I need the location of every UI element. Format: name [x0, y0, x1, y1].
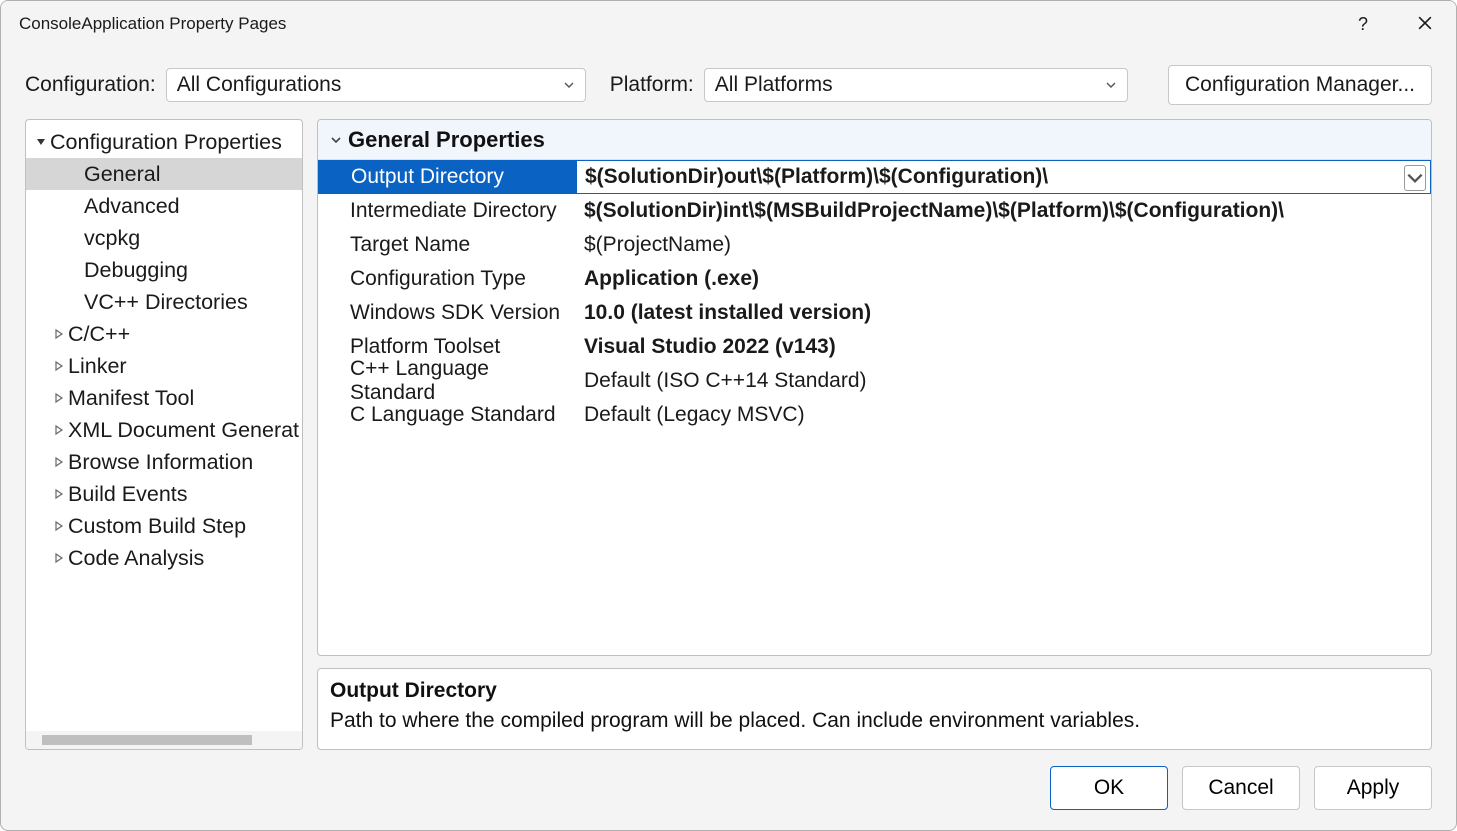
tree-item-label: Linker	[68, 354, 127, 379]
property-value[interactable]: Application (.exe)	[576, 262, 1431, 296]
tree-item-label: VC++ Directories	[84, 290, 248, 315]
help-icon[interactable]: ?	[1348, 10, 1378, 39]
chevron-down-icon	[1105, 73, 1117, 97]
property-row[interactable]: Target Name$(ProjectName)	[318, 228, 1431, 262]
triangle-right-icon	[50, 328, 68, 340]
tree-item-label: Debugging	[84, 258, 188, 283]
dropdown-caret-icon[interactable]	[1404, 165, 1426, 191]
triangle-down-icon	[32, 136, 50, 148]
close-icon[interactable]	[1408, 10, 1442, 39]
tree-item-label: Build Events	[68, 482, 188, 507]
titlebar-controls: ?	[1348, 10, 1442, 39]
triangle-right-icon	[50, 360, 68, 372]
property-value[interactable]: $(SolutionDir)int\$(MSBuildProjectName)\…	[576, 194, 1431, 228]
tree-item[interactable]: General	[26, 158, 302, 190]
triangle-right-icon	[50, 520, 68, 532]
config-toolbar: Configuration: All Configurations Platfo…	[1, 47, 1456, 119]
tree-item[interactable]: Build Events	[26, 478, 302, 510]
tree-item-label: Code Analysis	[68, 546, 204, 571]
tree-item[interactable]: VC++ Directories	[26, 286, 302, 318]
tree-item[interactable]: Custom Build Step	[26, 510, 302, 542]
scrollbar-thumb[interactable]	[42, 735, 252, 745]
configuration-value: All Configurations	[177, 73, 342, 97]
tree-item[interactable]: Manifest Tool	[26, 382, 302, 414]
tree-root-label: Configuration Properties	[50, 130, 282, 155]
property-value[interactable]: 10.0 (latest installed version)	[576, 296, 1431, 330]
grid-section-header[interactable]: General Properties	[318, 120, 1431, 160]
property-row[interactable]: C++ Language StandardDefault (ISO C++14 …	[318, 364, 1431, 398]
property-value[interactable]: Visual Studio 2022 (v143)	[576, 330, 1431, 364]
tree-item[interactable]: C/C++	[26, 318, 302, 350]
titlebar: ConsoleApplication Property Pages ?	[1, 1, 1456, 47]
tree-item-label: vcpkg	[84, 226, 140, 251]
body: Configuration Properties General Advanced v…	[1, 119, 1456, 750]
property-pages-window: ConsoleApplication Property Pages ? Conf…	[0, 0, 1457, 831]
grid-body: Output Directory$(SolutionDir)out\$(Plat…	[318, 160, 1431, 432]
property-name: Intermediate Directory	[318, 194, 576, 228]
tree-item-label: XML Document Generat	[68, 418, 299, 443]
triangle-right-icon	[50, 424, 68, 436]
platform-value: All Platforms	[715, 73, 833, 97]
tree-item-label: Custom Build Step	[68, 514, 246, 539]
right-column: General Properties Output Directory$(Sol…	[317, 119, 1432, 750]
description-panel: Output Directory Path to where the compi…	[317, 668, 1432, 750]
footer: OK Cancel Apply	[1, 750, 1456, 830]
property-name: C Language Standard	[318, 398, 576, 432]
description-text: Path to where the compiled program will …	[330, 709, 1419, 733]
grid-section-title: General Properties	[348, 127, 545, 153]
description-title: Output Directory	[330, 679, 1419, 703]
property-name: Configuration Type	[318, 262, 576, 296]
triangle-right-icon	[50, 488, 68, 500]
tree-horizontal-scrollbar[interactable]	[26, 731, 302, 749]
triangle-right-icon	[50, 552, 68, 564]
property-row[interactable]: Configuration TypeApplication (.exe)	[318, 262, 1431, 296]
tree-item[interactable]: Advanced	[26, 190, 302, 222]
property-value[interactable]: Default (Legacy MSVC)	[576, 398, 1431, 432]
tree-item-label: C/C++	[68, 322, 130, 347]
property-row[interactable]: Intermediate Directory$(SolutionDir)int\…	[318, 194, 1431, 228]
property-value[interactable]: $(SolutionDir)out\$(Platform)\$(Configur…	[577, 161, 1430, 193]
property-name: Target Name	[318, 228, 576, 262]
tree-inner: Configuration Properties General Advanced v…	[26, 120, 302, 731]
triangle-right-icon	[50, 456, 68, 468]
properties-grid[interactable]: General Properties Output Directory$(Sol…	[317, 119, 1432, 656]
cancel-button[interactable]: Cancel	[1182, 766, 1300, 810]
tree-item-label: General	[84, 162, 161, 187]
window-title: ConsoleApplication Property Pages	[19, 14, 286, 34]
ok-button[interactable]: OK	[1050, 766, 1168, 810]
configuration-label: Configuration:	[25, 73, 156, 97]
category-tree[interactable]: Configuration Properties General Advanced v…	[25, 119, 303, 750]
tree-item-label: Advanced	[84, 194, 180, 219]
property-name: Output Directory	[319, 161, 577, 193]
chevron-down-icon	[324, 134, 348, 146]
tree-item[interactable]: Debugging	[26, 254, 302, 286]
property-value[interactable]: $(ProjectName)	[576, 228, 1431, 262]
triangle-right-icon	[50, 392, 68, 404]
tree-item[interactable]: Code Analysis	[26, 542, 302, 574]
tree-item-label: Manifest Tool	[68, 386, 194, 411]
tree-item[interactable]: Browse Information	[26, 446, 302, 478]
tree-item[interactable]: Linker	[26, 350, 302, 382]
tree-item[interactable]: vcpkg	[26, 222, 302, 254]
apply-button[interactable]: Apply	[1314, 766, 1432, 810]
configuration-manager-button[interactable]: Configuration Manager...	[1168, 65, 1432, 105]
chevron-down-icon	[563, 73, 575, 97]
configuration-dropdown[interactable]: All Configurations	[166, 68, 586, 102]
tree-root[interactable]: Configuration Properties	[26, 126, 302, 158]
tree-item[interactable]: XML Document Generat	[26, 414, 302, 446]
property-row[interactable]: C Language StandardDefault (Legacy MSVC)	[318, 398, 1431, 432]
property-name: C++ Language Standard	[318, 364, 576, 398]
tree-item-label: Browse Information	[68, 450, 253, 475]
platform-dropdown[interactable]: All Platforms	[704, 68, 1128, 102]
property-name: Windows SDK Version	[318, 296, 576, 330]
property-row[interactable]: Windows SDK Version10.0 (latest installe…	[318, 296, 1431, 330]
property-value[interactable]: Default (ISO C++14 Standard)	[576, 364, 1431, 398]
property-row[interactable]: Output Directory$(SolutionDir)out\$(Plat…	[318, 160, 1431, 194]
platform-label: Platform:	[610, 73, 694, 97]
